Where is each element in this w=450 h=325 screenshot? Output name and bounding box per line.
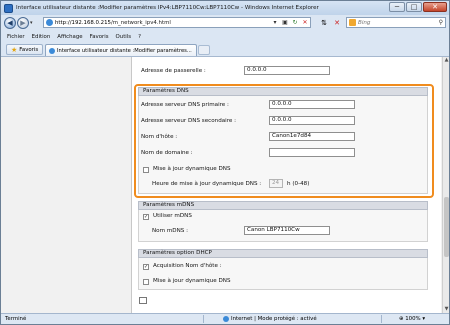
refresh-icon[interactable]: ↻: [290, 18, 300, 27]
status-text: Terminé: [5, 316, 27, 322]
left-navigation-pane: [3, 57, 123, 313]
gateway-field[interactable]: 0.0.0.0: [244, 66, 330, 75]
search-placeholder: Bing: [358, 19, 371, 26]
browser-tab[interactable]: Interface utilisateur distante :Modifier…: [45, 44, 197, 56]
mdns-name-field[interactable]: Canon LBP7110Cw: [244, 226, 330, 235]
dhcp-section-header: Paramètres option DHCP: [138, 249, 428, 258]
stop-icon[interactable]: ✕: [300, 18, 310, 27]
mdns-name-label: Nom mDNS :: [152, 228, 188, 234]
address-field[interactable]: http://192.168.0.215/m_network_ipv4.html…: [43, 17, 311, 28]
star-icon: ★: [11, 45, 18, 54]
use-mdns-label: Utiliser mDNS: [153, 213, 192, 219]
tab-page-icon: [49, 47, 55, 54]
page-icon: [46, 19, 53, 26]
menu-item-edition[interactable]: Edition: [32, 34, 51, 40]
status-separator: [381, 315, 382, 323]
favorites-button[interactable]: ★ Favoris: [6, 44, 44, 55]
globe-icon: [223, 316, 229, 322]
menu-item-outils[interactable]: Outils: [116, 34, 132, 40]
acquire-hostname-checkbox[interactable]: ✓: [143, 264, 149, 270]
dhcp-dynamic-update-label: Mise à jour dynamique DNS: [153, 278, 231, 284]
dns-highlight-frame: [134, 84, 434, 198]
acquire-hostname-label: Acquisition Nom d'hôte :: [153, 263, 222, 269]
forward-arrow-icon: ▶: [20, 19, 26, 27]
new-tab-button[interactable]: [198, 45, 210, 55]
stop-loading-icon[interactable]: ✕: [332, 18, 342, 28]
status-bar: Terminé Internet | Mode protégé : activé…: [1, 313, 449, 324]
search-icon[interactable]: ⚲: [439, 19, 443, 26]
tab-title: Interface utilisateur distante :Modifier…: [57, 47, 192, 54]
scroll-down-icon[interactable]: ▼: [443, 306, 450, 313]
menu-item-help[interactable]: ?: [138, 34, 141, 40]
use-mdns-checkbox[interactable]: ✓: [143, 214, 149, 220]
zoom-level[interactable]: ⊕ 100% ▾: [399, 316, 425, 322]
url-host: http://192.168.0.215: [55, 19, 111, 26]
menu-bar: Fichier Edition Affichage Favoris Outils…: [1, 32, 449, 42]
search-input[interactable]: Bing ⚲: [346, 17, 446, 28]
minimize-button[interactable]: ─: [389, 2, 405, 12]
back-to-top-icon[interactable]: [139, 297, 147, 304]
compatibility-view-icon[interactable]: ▣: [280, 18, 290, 27]
zoom-label: 100%: [405, 316, 421, 322]
ie-app-icon: [4, 3, 13, 13]
rss-feed-icon[interactable]: ⇅: [319, 18, 329, 28]
back-button[interactable]: ◀: [4, 17, 16, 29]
close-button[interactable]: ✕: [423, 2, 447, 12]
menu-item-favoris[interactable]: Favoris: [90, 34, 109, 40]
title-bar: Interface utilisateur distante :Modifier…: [1, 1, 449, 15]
window-title: Interface utilisateur distante :Modifier…: [16, 5, 319, 11]
menu-item-affichage[interactable]: Affichage: [57, 34, 82, 40]
security-zone[interactable]: Internet | Mode protégé : activé: [223, 316, 317, 322]
back-arrow-icon: ◀: [7, 19, 13, 27]
address-dropdown-icon[interactable]: ▾: [270, 18, 280, 27]
window-controls: ─ □ ✕: [389, 2, 447, 12]
favorites-bar: ★ Favoris Interface utilisateur distante…: [1, 43, 449, 57]
browser-window: Interface utilisateur distante :Modifier…: [0, 0, 450, 325]
forward-button[interactable]: ▶: [17, 17, 29, 29]
scroll-up-icon[interactable]: ▲: [443, 57, 450, 64]
dhcp-dynamic-update-checkbox[interactable]: [143, 279, 149, 285]
gateway-label: Adresse de passerelle :: [141, 68, 206, 74]
bing-icon: [349, 19, 356, 26]
scroll-thumb[interactable]: [444, 197, 449, 257]
history-dropdown-icon[interactable]: ▾: [30, 20, 33, 26]
address-row: ◀ ▶ ▾ http://192.168.0.215/m_network_ipv…: [1, 15, 449, 31]
mdns-section-header: Paramètres mDNS: [138, 201, 428, 210]
favorites-label: Favoris: [19, 46, 39, 53]
maximize-button[interactable]: □: [406, 2, 422, 12]
vertical-scrollbar[interactable]: ▲ ▼: [442, 57, 449, 313]
security-zone-label: Internet | Mode protégé : activé: [231, 316, 317, 322]
url-path: /m_network_ipv4.html: [110, 19, 171, 26]
status-separator: [203, 315, 204, 323]
menu-item-fichier[interactable]: Fichier: [7, 34, 25, 40]
